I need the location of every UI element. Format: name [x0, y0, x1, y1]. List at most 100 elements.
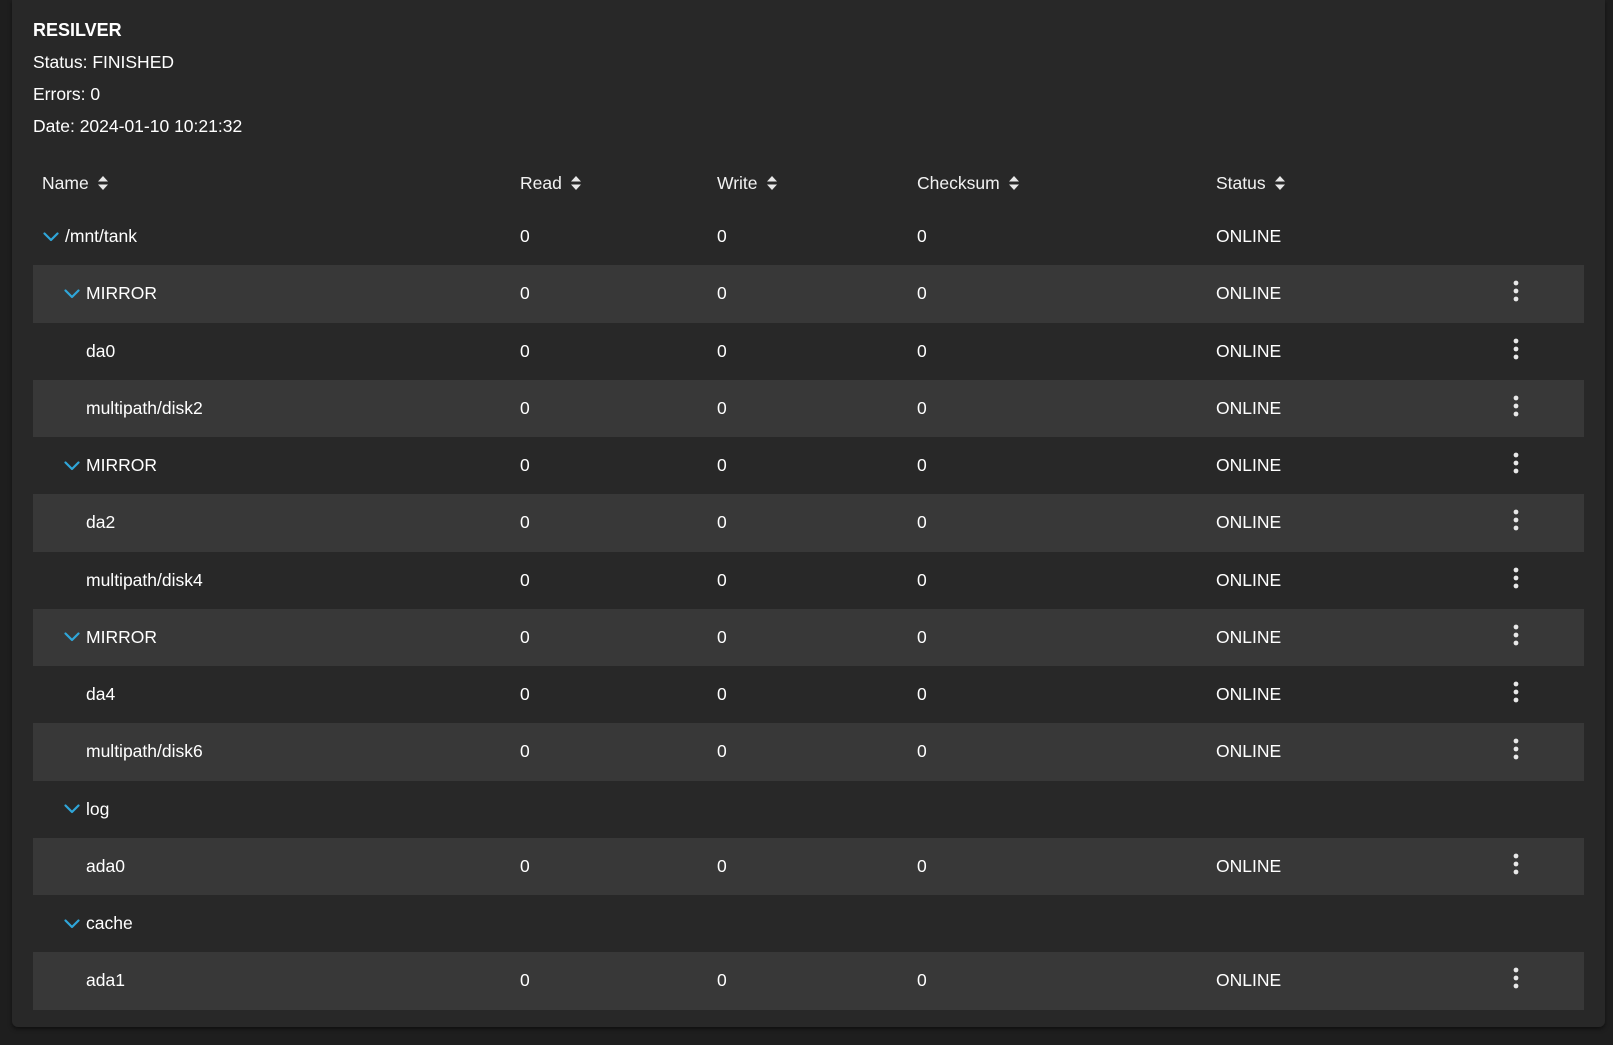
row-name: multipath/disk2 — [86, 397, 203, 418]
row-name: da4 — [86, 684, 116, 704]
summary-status: Status: FINISHED — [33, 52, 175, 72]
column-header-status-label: Status — [1216, 173, 1266, 193]
table-row[interactable]: da2 0 0 0 ONLINE — [33, 494, 1584, 552]
row-read: 0 — [520, 684, 530, 704]
row-name: MIRROR — [86, 626, 157, 647]
sort-icon — [1274, 175, 1285, 190]
row-write: 0 — [717, 512, 727, 533]
row-name-cell: MIRROR — [64, 437, 157, 494]
row-write: 0 — [717, 855, 727, 876]
row-name: ada1 — [86, 970, 125, 991]
row-status: ONLINE — [1216, 226, 1282, 246]
column-header-checksum[interactable]: Checksum — [917, 168, 1020, 198]
more-vert-icon[interactable] — [1504, 276, 1528, 306]
row-checksum: 0 — [917, 569, 927, 590]
row-name-cell: /mnt/tank — [43, 208, 137, 265]
column-header-write-label: Write — [717, 173, 758, 193]
more-vert-icon[interactable] — [1504, 963, 1528, 993]
row-status: ONLINE — [1216, 741, 1282, 762]
table-row[interactable]: MIRROR 0 0 0 ONLINE — [33, 608, 1584, 666]
row-checksum: 0 — [917, 855, 927, 876]
row-status: ONLINE — [1216, 397, 1282, 418]
row-read: 0 — [520, 283, 530, 304]
chevron-down-icon[interactable] — [64, 802, 82, 816]
column-header-read[interactable]: Read — [520, 168, 582, 198]
sort-icon — [766, 175, 777, 190]
table-row[interactable]: da4 0 0 0 ONLINE — [33, 666, 1584, 723]
table-row[interactable]: da0 0 0 0 ONLINE — [33, 323, 1584, 380]
row-status: ONLINE — [1216, 970, 1282, 991]
more-vert-icon[interactable] — [1504, 391, 1528, 421]
row-status: ONLINE — [1216, 455, 1282, 475]
row-name: multipath/disk4 — [86, 569, 203, 590]
row-name-cell: MIRROR — [64, 265, 157, 322]
row-write: 0 — [717, 684, 727, 704]
sort-icon — [97, 175, 108, 190]
table-row[interactable]: multipath/disk4 0 0 0 ONLINE — [33, 552, 1584, 609]
row-status: ONLINE — [1216, 283, 1282, 304]
summary-title: RESILVER — [33, 20, 122, 40]
row-name-cell: multipath/disk4 — [86, 552, 203, 609]
pool-topology-table: /mnt/tank 0 0 0 ONLINE MIRROR 0 0 0 ONLINE da0 0 0 0 O… — [33, 208, 1584, 1010]
row-name: log — [86, 798, 110, 819]
row-write: 0 — [717, 340, 727, 361]
chevron-down-icon[interactable] — [64, 917, 82, 931]
row-read: 0 — [520, 512, 530, 533]
table-row[interactable]: multipath/disk6 0 0 0 ONLINE — [33, 723, 1584, 781]
row-name-cell: da4 — [86, 666, 115, 723]
more-vert-icon[interactable] — [1504, 734, 1528, 764]
row-name-cell: ada0 — [86, 838, 125, 895]
column-header-status[interactable]: Status — [1216, 168, 1286, 198]
row-name: MIRROR — [86, 455, 157, 475]
chevron-down-icon[interactable] — [64, 459, 82, 473]
more-vert-icon[interactable] — [1504, 448, 1528, 478]
row-write: 0 — [717, 397, 727, 418]
table-header: Name Read Write Checksum Status — [33, 168, 1584, 198]
column-header-name[interactable]: Name — [42, 168, 109, 198]
row-checksum: 0 — [917, 626, 927, 647]
row-checksum: 0 — [917, 226, 927, 246]
row-status: ONLINE — [1216, 626, 1282, 647]
table-row[interactable]: MIRROR 0 0 0 ONLINE — [33, 265, 1584, 323]
more-vert-icon[interactable] — [1504, 334, 1528, 364]
table-row[interactable]: MIRROR 0 0 0 ONLINE — [33, 437, 1584, 494]
more-vert-icon[interactable] — [1504, 677, 1528, 707]
row-read: 0 — [520, 340, 530, 361]
more-vert-icon[interactable] — [1504, 620, 1528, 650]
more-vert-icon[interactable] — [1504, 849, 1528, 879]
row-read: 0 — [520, 626, 530, 647]
table-row[interactable]: /mnt/tank 0 0 0 ONLINE — [33, 208, 1584, 265]
column-header-name-label: Name — [42, 173, 89, 193]
chevron-down-icon[interactable] — [43, 230, 61, 244]
row-read: 0 — [520, 455, 530, 475]
row-checksum: 0 — [917, 970, 927, 991]
row-read: 0 — [520, 569, 530, 590]
row-name-cell: MIRROR — [64, 609, 157, 666]
row-status: ONLINE — [1216, 512, 1282, 533]
table-row[interactable]: log — [33, 781, 1584, 838]
more-vert-icon[interactable] — [1504, 563, 1528, 593]
column-header-checksum-label: Checksum — [917, 173, 1000, 193]
more-vert-icon[interactable] — [1504, 505, 1528, 535]
row-checksum: 0 — [917, 340, 927, 361]
row-name-cell: cache — [64, 895, 133, 952]
row-write: 0 — [717, 741, 727, 762]
table-row[interactable]: ada1 0 0 0 ONLINE — [33, 952, 1584, 1010]
row-name-cell: multipath/disk2 — [86, 380, 203, 437]
row-write: 0 — [717, 226, 727, 246]
column-header-write[interactable]: Write — [717, 168, 778, 198]
row-name: ada0 — [86, 855, 125, 876]
table-row[interactable]: ada0 0 0 0 ONLINE — [33, 837, 1584, 895]
row-read: 0 — [520, 397, 530, 418]
row-checksum: 0 — [917, 283, 927, 304]
table-row[interactable]: multipath/disk2 0 0 0 ONLINE — [33, 379, 1584, 437]
row-name-cell: log — [64, 781, 109, 838]
chevron-down-icon[interactable] — [64, 287, 82, 301]
row-checksum: 0 — [917, 455, 927, 475]
column-header-read-label: Read — [520, 173, 562, 193]
table-row[interactable]: cache — [33, 895, 1584, 952]
row-name-cell: da0 — [86, 323, 115, 380]
chevron-down-icon[interactable] — [64, 630, 82, 644]
sort-icon — [1008, 175, 1019, 190]
row-status: ONLINE — [1216, 569, 1282, 590]
